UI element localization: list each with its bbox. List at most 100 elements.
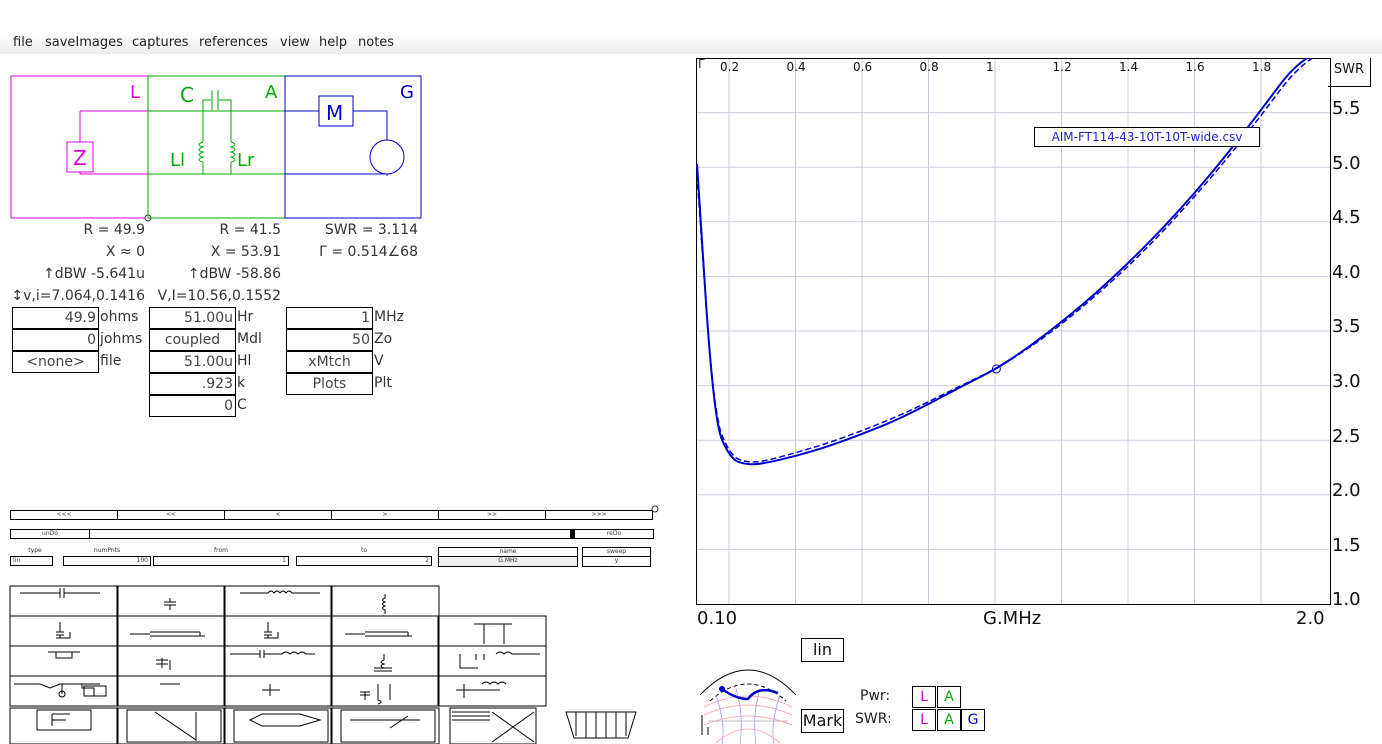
sweep-type-select[interactable]: lin [10, 556, 53, 566]
adapter-k-input[interactable]: .923 [149, 373, 236, 395]
generator-section-label: G [400, 82, 414, 103]
adapter-c-input[interactable]: 0 [149, 395, 236, 417]
sweep-from-label: from [214, 547, 228, 554]
y-axis-tick: 5.5 [1332, 98, 1361, 119]
gamma-top-tick: 1.6 [1185, 60, 1205, 74]
pwr-a-toggle[interactable]: A [937, 686, 961, 708]
meter-label: M [326, 101, 343, 125]
topology-line-short[interactable] [330, 615, 440, 647]
menu-file[interactable]: file [13, 35, 33, 50]
topology-shunt-res[interactable] [223, 675, 333, 707]
topology-basket[interactable] [565, 711, 637, 739]
adapter-hr-input[interactable]: 51.00u [149, 307, 236, 329]
adapter-model-select[interactable]: coupled [149, 329, 236, 351]
nav-last-button[interactable]: >>> [545, 510, 653, 520]
adapter-r-readout: R = 41.5 [219, 222, 281, 238]
topology-shunt-cc[interactable] [116, 645, 226, 677]
topology-coupled-l[interactable] [330, 675, 440, 707]
smith-chart-thumbnail[interactable] [696, 655, 800, 744]
gen-zo-input[interactable]: 50 [286, 329, 373, 351]
load-reactance-unit: johms [100, 331, 143, 347]
swr-g-toggle[interactable]: G [961, 709, 985, 731]
lin-scale-button[interactable]: lin [801, 638, 844, 662]
load-file-select[interactable]: <none> [12, 351, 99, 373]
gen-frequency-input[interactable]: 1 [286, 307, 373, 329]
sweep-enable-toggle[interactable]: y [582, 556, 651, 567]
adapter-model-unit: Mdl [237, 331, 262, 347]
nav-first-button[interactable]: <<< [10, 510, 118, 520]
sweep-from-input[interactable]: 1 [153, 556, 289, 566]
load-resistance-unit: ohms [100, 309, 139, 325]
topology-shunt-c-line[interactable] [9, 615, 119, 647]
gen-voltage-select[interactable]: xMtch [286, 351, 373, 373]
nav-back-button[interactable]: < [224, 510, 332, 520]
menu-view[interactable]: view [280, 35, 310, 50]
nav-forward-far-button[interactable]: >> [438, 510, 546, 520]
y-axis-tick: 3.5 [1332, 316, 1361, 338]
pwr-l-toggle[interactable]: L [912, 686, 936, 708]
menu-captures[interactable]: captures [132, 35, 189, 50]
load-reactance-input[interactable]: 0 [12, 329, 99, 351]
topology-series-l[interactable] [223, 585, 333, 617]
y-axis-tick: 2.5 [1332, 425, 1361, 447]
undo-button[interactable]: unDo [10, 529, 90, 539]
load-z-label: Z [73, 146, 87, 170]
topology-varactor[interactable] [9, 675, 119, 707]
topology-wire[interactable] [116, 675, 226, 707]
adapter-hl-input[interactable]: 51.00u [149, 351, 236, 373]
y-axis-tick: 1.0 [1332, 589, 1361, 611]
topology-two-port-c[interactable] [330, 707, 440, 744]
topology-palette[interactable] [0, 580, 660, 744]
y-axis-title: SWR [1328, 58, 1371, 87]
adapter-k-unit: k [237, 375, 246, 391]
nav-back-far-button[interactable]: << [117, 510, 225, 520]
topology-series-c-l[interactable] [223, 645, 333, 677]
load-resistance-input[interactable]: 49.9 [12, 307, 99, 329]
history-bar[interactable] [89, 529, 573, 539]
menu-saveimages[interactable]: saveImages [45, 35, 123, 50]
menu-references[interactable]: references [199, 35, 268, 50]
adapter-hr-unit: Hr [237, 309, 254, 325]
sweep-name-select[interactable]: G.MHz [438, 556, 578, 567]
gamma-top-tick: 1.4 [1119, 60, 1139, 74]
topology-two-port-a[interactable] [116, 707, 226, 744]
topology-line-open[interactable] [116, 615, 226, 647]
sweep-to-input[interactable]: 2 [296, 556, 432, 566]
topology-shunt-l-line[interactable] [223, 615, 333, 647]
gen-zo-unit: Zo [374, 331, 393, 347]
mark-button[interactable]: Mark [801, 709, 844, 733]
load-r-readout: R = 49.9 [83, 222, 145, 238]
redo-button[interactable]: reDo [574, 529, 654, 539]
swr-a-toggle[interactable]: A [937, 709, 961, 731]
gamma-top-tick: 0.4 [786, 60, 806, 74]
topology-shunt-c[interactable] [116, 585, 226, 617]
topology-filter[interactable] [9, 707, 119, 744]
circuit-schematic[interactable]: Z L C Ll Lr A M G [0, 70, 430, 230]
load-section-label: L [130, 82, 140, 103]
adapter-vi-readout: V,I=10.56,0.1552 [157, 288, 281, 304]
topology-c-then-l[interactable] [437, 675, 547, 707]
menu-help[interactable]: help [319, 35, 347, 50]
y-axis-tick: 5.0 [1332, 152, 1361, 174]
gen-plots-unit: Plt [374, 375, 392, 391]
gamma-top-tick: 0.8 [919, 60, 939, 74]
topology-stub[interactable] [437, 615, 547, 647]
adapter-dbw-readout: ↑dBW -58.86 [187, 266, 281, 282]
topology-series-lc[interactable] [9, 645, 119, 677]
gamma-top-tick: 1 [986, 60, 994, 74]
topology-transformer[interactable] [437, 645, 547, 677]
gen-frequency-unit: MHz [374, 309, 404, 325]
sweep-numpnts-input[interactable]: 100 [63, 556, 151, 566]
menu-notes[interactable]: notes [358, 35, 394, 50]
sweep-to-label: to [360, 547, 368, 554]
plot-legend[interactable]: AIM-FT114-43-10T-10T-wide.csv [1034, 127, 1260, 147]
swr-l-toggle[interactable]: L [912, 709, 936, 731]
load-vi-readout: ↕v,i=7.064,0.1416 [11, 288, 145, 304]
nav-forward-button[interactable]: > [331, 510, 439, 520]
gen-plots-select[interactable]: Plots [286, 373, 373, 395]
topology-coax-stub[interactable] [449, 707, 537, 744]
y-axis-tick: 3.0 [1332, 371, 1361, 392]
sweep-numpnts-label: numPnts [93, 547, 121, 554]
swr-series-dashed [696, 58, 1314, 463]
load-file-label: file [100, 353, 122, 369]
